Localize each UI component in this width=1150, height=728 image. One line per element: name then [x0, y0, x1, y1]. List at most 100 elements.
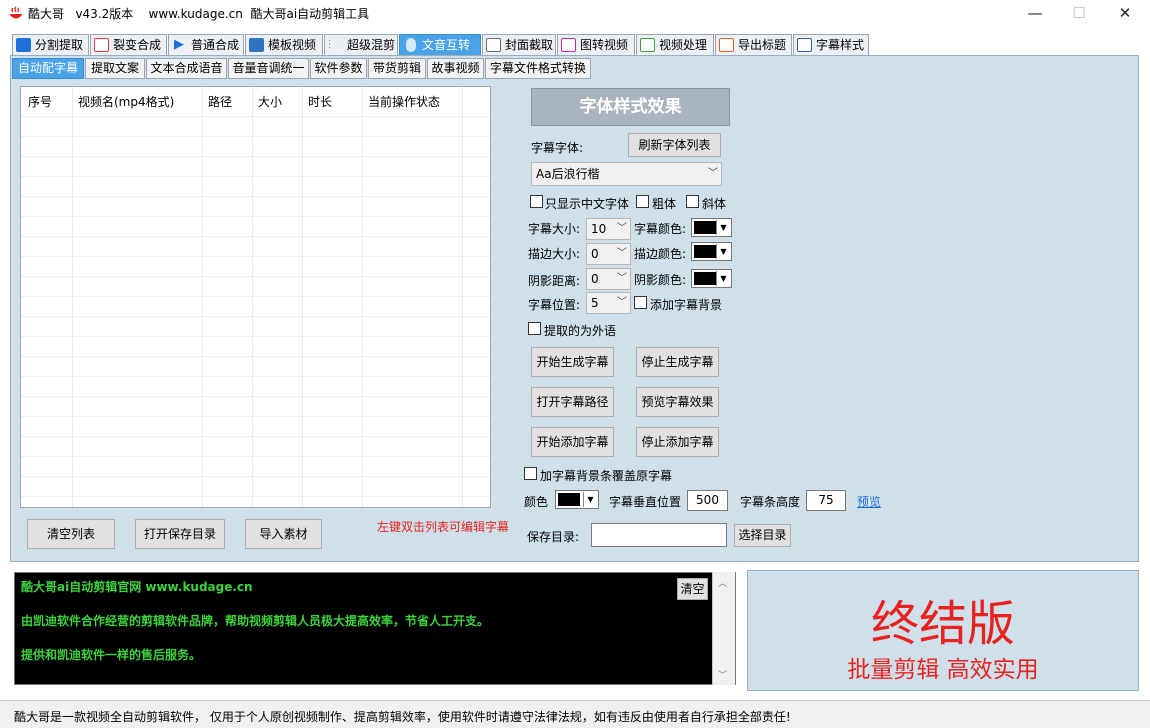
tab-fission[interactable]: 裂变合成 — [90, 34, 167, 56]
stroke-size-select[interactable]: 0 ﹀ — [586, 243, 631, 265]
size-select[interactable]: 10 ﹀ — [586, 218, 631, 240]
log-scrollbar[interactable]: ︿ ﹀ — [712, 572, 735, 685]
font-select-value: Aa后浪行楷 — [536, 167, 600, 181]
column-header[interactable]: 序号 — [28, 93, 52, 110]
file-list-table[interactable]: 序号 视频名(mp4格式) 路径 大小 时长 当前操作状态 — [20, 86, 491, 508]
clear-list-button[interactable]: 清空列表 — [27, 519, 115, 549]
bar-height-label: 字幕条高度 — [740, 495, 801, 509]
tab-image-to-video[interactable]: 图转视频 — [557, 34, 635, 56]
only-chinese-checkbox[interactable] — [530, 195, 543, 208]
column-header[interactable]: 路径 — [208, 93, 232, 110]
stop-add-button[interactable]: 停止添加字幕 — [636, 427, 719, 457]
dropdown-arrow-icon: ▼ — [716, 220, 730, 235]
column-header[interactable]: 大小 — [258, 93, 282, 110]
wave-icon: ⫶ — [328, 38, 332, 52]
dropdown-arrow-icon: ▼ — [583, 492, 597, 507]
subtab-story-video[interactable]: 故事视频 — [427, 58, 484, 79]
stop-generate-button[interactable]: 停止生成字幕 — [636, 347, 719, 377]
tab-label: 图转视频 — [580, 38, 629, 52]
vertical-position-input[interactable]: 500 — [687, 490, 728, 511]
grid-line — [21, 476, 490, 477]
bar-color-label: 颜色 — [524, 495, 549, 509]
tab-label: 导出标题 — [738, 38, 787, 52]
grid-line — [21, 376, 490, 377]
subtab-extract-text[interactable]: 提取文案 — [85, 58, 145, 79]
tab-label: 封面截取 — [505, 38, 554, 52]
subtab-product-edit[interactable]: 带货剪辑 — [368, 58, 426, 79]
font-effect-header[interactable]: 字体样式效果 — [531, 88, 730, 126]
save-dir-input[interactable] — [591, 523, 727, 547]
close-button[interactable]: ✕ — [1102, 0, 1148, 27]
bar-height-input[interactable]: 75 — [806, 490, 846, 511]
start-add-button[interactable]: 开始添加字幕 — [531, 427, 614, 457]
subtab-auto-subtitle[interactable]: 自动配字幕 — [12, 58, 84, 79]
tab-subtitle-style[interactable]: 字幕样式 — [793, 34, 869, 56]
shadow-distance-select[interactable]: 0 ﹀ — [586, 268, 631, 290]
tab-split-extract[interactable]: 分割提取 — [12, 34, 89, 56]
grid-line — [362, 87, 363, 507]
color-swatch — [694, 221, 716, 234]
tab-text-audio[interactable]: 文音互转 — [399, 34, 481, 56]
position-label: 字幕位置: — [528, 298, 581, 312]
scroll-up-icon[interactable]: ︿ — [718, 576, 727, 589]
minimize-button[interactable]: — — [1012, 0, 1058, 27]
tab-normal-merge[interactable]: ▶ 普通合成 — [168, 34, 244, 56]
status-bar: 酷大哥是一款视频全自动剪辑软件， 仅用于个人原创视频制作、提高剪辑效率，使用软件… — [0, 700, 1150, 728]
refresh-fonts-button[interactable]: 刷新字体列表 — [628, 133, 721, 157]
cover-original-checkbox[interactable] — [524, 467, 537, 480]
preview-effect-button[interactable]: 预览字幕效果 — [636, 387, 719, 417]
start-generate-button[interactable]: 开始生成字幕 — [531, 347, 614, 377]
clear-log-button[interactable]: 清空 — [677, 578, 708, 600]
image-icon — [486, 38, 501, 52]
shadow-distance-label: 阴影距离: — [528, 274, 581, 288]
grid-line — [21, 236, 490, 237]
tab-cover-capture[interactable]: 封面截取 — [482, 34, 556, 56]
subtab-tts[interactable]: 文本合成语音 — [146, 58, 227, 79]
column-header[interactable]: 当前操作状态 — [368, 93, 440, 110]
bar-color-picker[interactable]: ▼ — [555, 490, 599, 509]
subtab-subtitle-convert[interactable]: 字幕文件格式转换 — [485, 58, 591, 79]
position-value: 5 — [591, 296, 599, 310]
shadow-color-picker[interactable]: ▼ — [691, 269, 732, 288]
import-material-button[interactable]: 导入素材 — [245, 519, 322, 549]
stroke-color-picker[interactable]: ▼ — [691, 242, 732, 261]
subtitle-color-picker[interactable]: ▼ — [691, 218, 732, 237]
tab-export-title[interactable]: 导出标题 — [715, 34, 792, 56]
tab-template-video[interactable]: 模板视频 — [245, 34, 323, 56]
tab-super-mix[interactable]: ⫶ 超级混剪 — [324, 34, 398, 56]
grid-line — [21, 156, 490, 157]
subtab-volume-pitch[interactable]: 音量音调统一 — [228, 58, 309, 79]
grid-line — [462, 87, 463, 507]
column-header[interactable]: 视频名(mp4格式) — [78, 93, 174, 110]
scroll-down-icon[interactable]: ﹀ — [718, 668, 727, 681]
bold-checkbox[interactable] — [636, 195, 649, 208]
choose-dir-button[interactable]: 选择目录 — [734, 524, 791, 547]
log-output[interactable]: 酷大哥ai自动剪辑官网 www.kudage.cn 由凯迪软件合作经营的剪辑软件… — [14, 572, 736, 685]
italic-checkbox[interactable] — [686, 195, 699, 208]
grid-line — [252, 87, 253, 507]
promo-title: 终结版 — [870, 596, 1015, 652]
chevron-down-icon: ﹀ — [708, 168, 718, 179]
grid-line — [72, 87, 73, 507]
grid-line — [202, 87, 203, 507]
save-dir-label: 保存目录: — [527, 530, 580, 544]
open-save-dir-button[interactable]: 打开保存目录 — [135, 519, 225, 549]
subtab-software-params[interactable]: 软件参数 — [310, 58, 367, 79]
vertical-position-label: 字幕垂直位置 — [609, 495, 682, 509]
position-select[interactable]: 5 ﹀ — [586, 292, 631, 314]
font-select[interactable]: Aa后浪行楷 ﹀ — [531, 162, 722, 186]
cover-original-label: 加字幕背景条覆盖原字幕 — [540, 469, 673, 483]
size-value: 10 — [591, 222, 607, 236]
column-header[interactable]: 时长 — [308, 93, 332, 110]
foreign-language-checkbox[interactable] — [528, 322, 541, 335]
copy-icon — [94, 38, 109, 52]
preview-link[interactable]: 预览 — [857, 493, 881, 510]
add-bg-checkbox[interactable] — [634, 296, 647, 309]
tab-label: 文音互转 — [422, 38, 471, 52]
maximize-button[interactable]: ☐ — [1056, 0, 1102, 27]
tab-label: 视频处理 — [659, 38, 708, 52]
open-subtitle-path-button[interactable]: 打开字幕路径 — [531, 387, 614, 417]
grid-line — [21, 276, 490, 277]
bold-label: 粗体 — [652, 197, 677, 211]
tab-video-process[interactable]: 视频处理 — [636, 34, 714, 56]
